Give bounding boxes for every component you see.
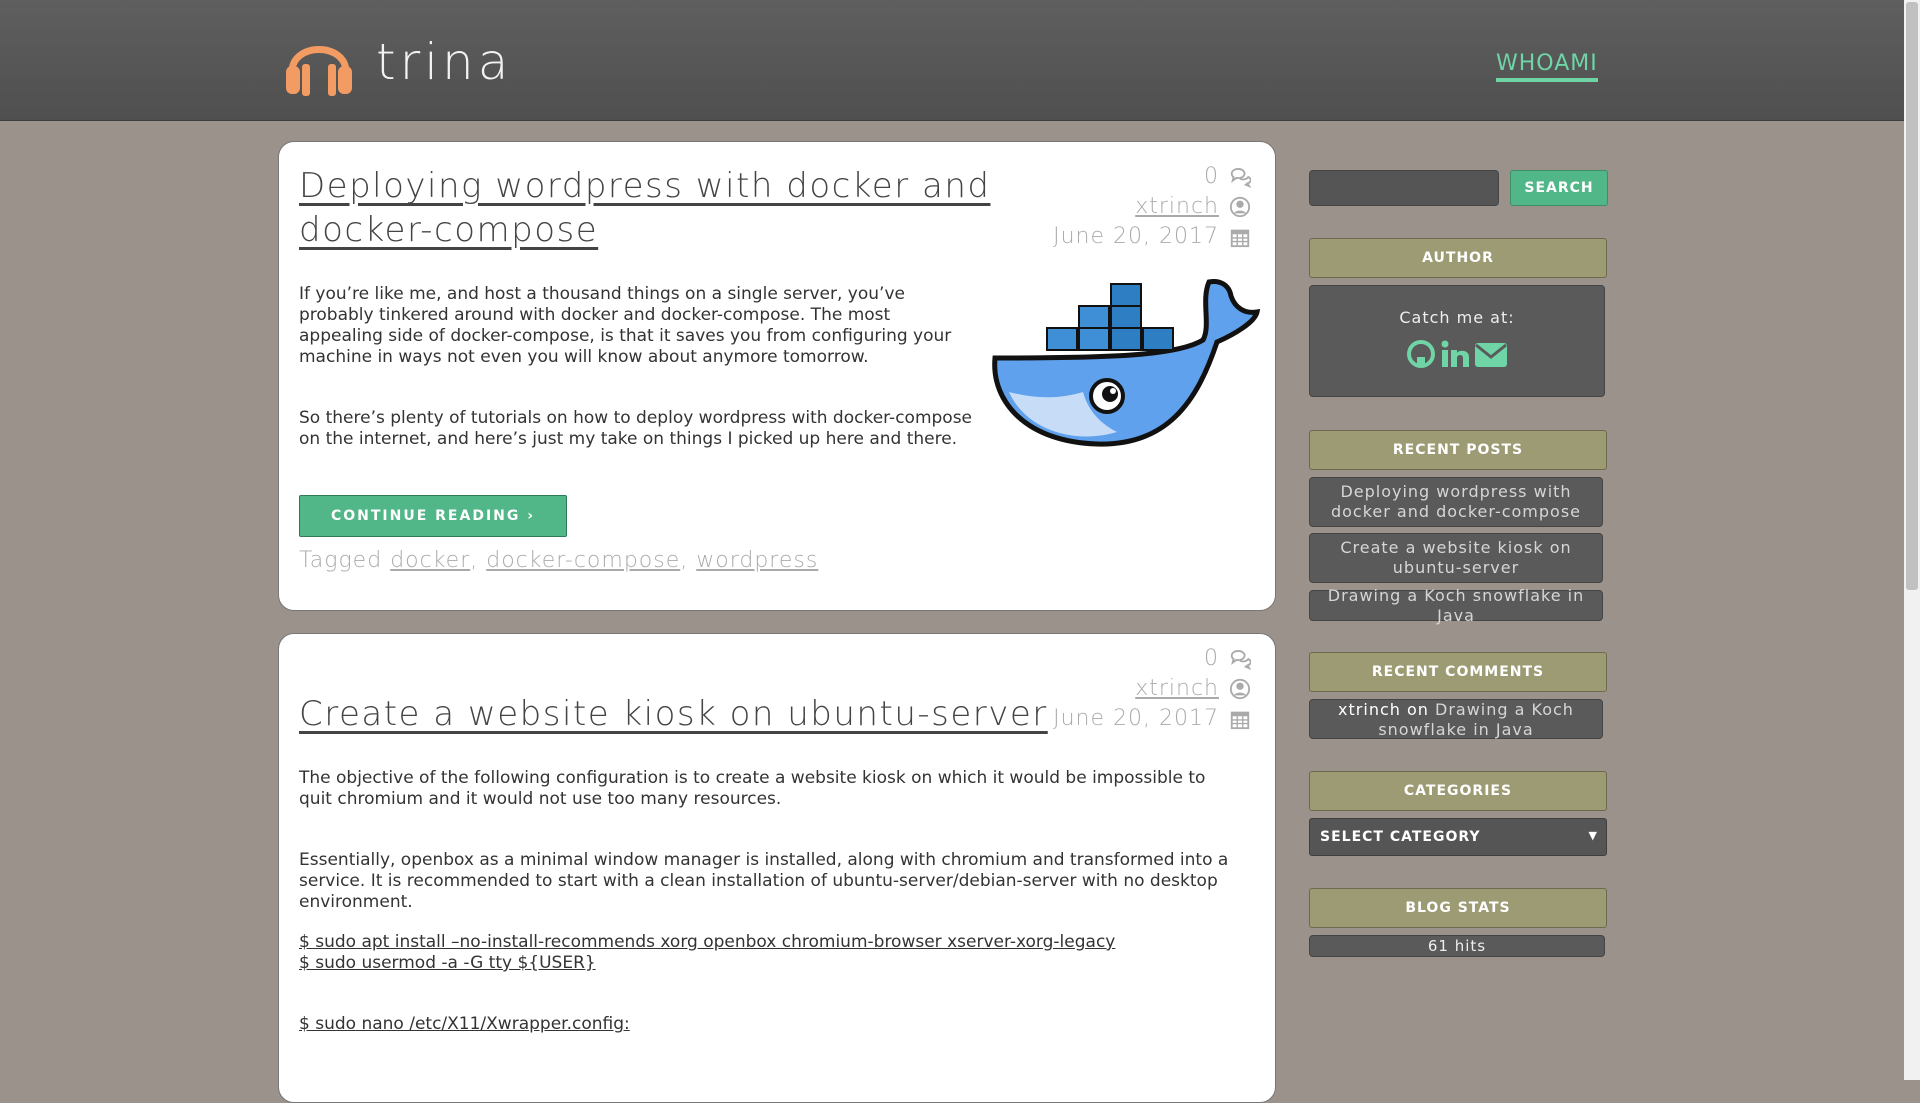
search-button[interactable]: SEARCH — [1510, 170, 1608, 206]
blog-stats-title: BLOG STATS — [1309, 888, 1607, 928]
linkedin-icon[interactable] — [1440, 339, 1470, 369]
post-date: June 20, 2017 — [1053, 706, 1219, 731]
recent-posts-title: RECENT POSTS — [1309, 430, 1607, 470]
scrollbar-thumb[interactable] — [1906, 2, 1918, 590]
post-card: Deploying wordpress with docker and dock… — [278, 141, 1276, 611]
search-input[interactable] — [1309, 170, 1499, 206]
post-excerpt: Essentially, openbox as a minimal window… — [299, 850, 1229, 912]
post-title-line[interactable]: Deploying wordpress with docker and — [299, 166, 990, 206]
author-widget-title: AUTHOR — [1309, 238, 1607, 278]
categories-title: CATEGORIES — [1309, 771, 1607, 811]
chevron-down-icon: ▼ — [1588, 829, 1598, 842]
calendar-icon — [1230, 229, 1250, 248]
code-line[interactable]: $ sudo apt install –no-install-recommend… — [299, 932, 1259, 953]
author-link[interactable]: xtrinch — [1135, 674, 1219, 704]
site-header: trina WHOAMI — [0, 0, 1904, 121]
post-meta: 0 xtrinch June 20, 2017 — [1053, 162, 1251, 252]
code-line[interactable]: $ sudo nano /etc/X11/Xwrapper.config: — [299, 1014, 1259, 1035]
post-date: June 20, 2017 — [1053, 224, 1219, 249]
social-links — [1310, 339, 1604, 369]
recent-post-link[interactable]: Drawing a Koch snowflake in Java — [1309, 586, 1603, 625]
recent-post-link[interactable]: Deploying wordpress with docker and dock… — [1309, 477, 1603, 527]
post-excerpt: If you’re like me, and host a thousand t… — [299, 284, 952, 367]
envelope-icon[interactable] — [1474, 339, 1508, 369]
github-icon[interactable] — [1406, 339, 1436, 369]
tag-link[interactable]: wordpress — [696, 548, 818, 573]
comment-on: on — [1406, 700, 1429, 719]
post-title[interactable]: Create a website kiosk on ubuntu-server — [299, 692, 1048, 736]
calendar-icon — [1230, 711, 1250, 730]
code-block: $ sudo nano /etc/X11/Xwrapper.config: — [299, 1014, 1259, 1035]
category-select[interactable]: SELECT CATEGORY ▼ — [1309, 818, 1607, 856]
recent-comments-title: RECENT COMMENTS — [1309, 652, 1607, 692]
docker-whale-icon — [992, 279, 1261, 447]
author-link[interactable]: xtrinch — [1135, 192, 1219, 222]
post-meta: 0 xtrinch June 20, 2017 — [1053, 644, 1251, 734]
post-tags: Tagged docker, docker-compose, wordpress — [299, 548, 819, 573]
code-line[interactable]: $ sudo usermod -a -G tty ${USER} — [299, 953, 1259, 974]
comments-icon — [1230, 168, 1251, 188]
comment-count[interactable]: 0 — [1204, 162, 1219, 192]
tag-link[interactable]: docker-compose — [486, 548, 680, 573]
author-widget: Catch me at: — [1309, 285, 1605, 397]
user-icon — [1229, 196, 1251, 218]
recent-comment: xtrinch on Drawing a Koch snowflake in J… — [1309, 699, 1603, 739]
comments-icon — [1230, 650, 1251, 670]
comment-count[interactable]: 0 — [1204, 644, 1219, 674]
continue-reading-button[interactable]: CONTINUE READING › — [299, 495, 567, 537]
site-title[interactable]: trina — [376, 22, 512, 102]
user-icon — [1229, 678, 1251, 700]
post-card: 0 xtrinch June 20, 2017 Create a website… — [278, 633, 1276, 1103]
category-select-value: SELECT CATEGORY — [1320, 829, 1481, 845]
nav-whoami-link[interactable]: WHOAMI — [1496, 50, 1598, 82]
headphones-icon[interactable] — [282, 28, 356, 96]
catch-me-text: Catch me at: — [1399, 308, 1515, 327]
post-excerpt: So there’s plenty of tutorials on how to… — [299, 408, 973, 449]
post-excerpt: The objective of the following configura… — [299, 768, 1206, 809]
tag-link[interactable]: docker — [390, 548, 470, 573]
tagged-label: Tagged — [299, 548, 383, 573]
comment-author: xtrinch — [1338, 700, 1401, 719]
blog-stats-hits: 61 hits — [1309, 935, 1605, 957]
post-title-line[interactable]: docker-compose — [299, 210, 598, 250]
recent-post-link[interactable]: Create a website kiosk on ubuntu-server — [1309, 533, 1603, 583]
code-block: $ sudo apt install –no-install-recommend… — [299, 932, 1259, 974]
post-title[interactable]: Deploying wordpress with docker and dock… — [299, 164, 990, 252]
